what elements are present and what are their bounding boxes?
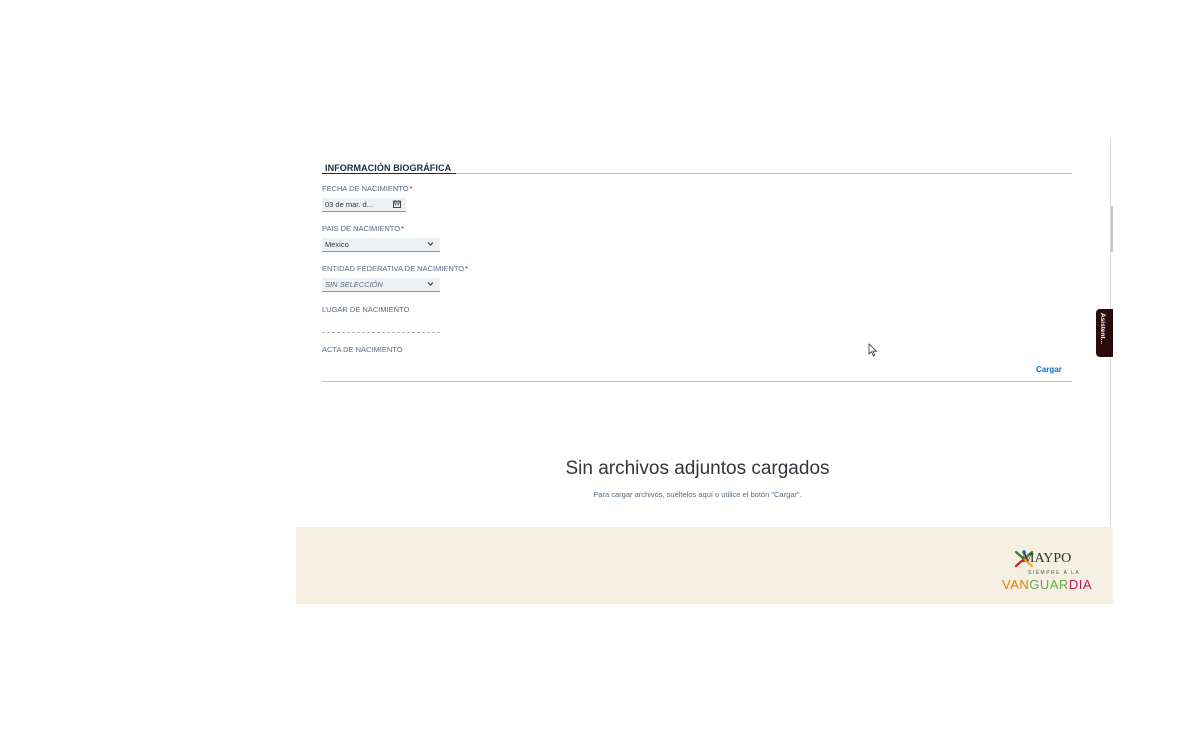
assistant-side-tab[interactable]: Asistent... xyxy=(1096,309,1113,357)
birth-country-label-text: PAIS DE NACIMIENTO xyxy=(322,224,401,233)
section-divider-accent xyxy=(322,173,456,174)
logo-slogan-part: DIA xyxy=(1068,577,1092,592)
birth-date-input[interactable]: 03 de mar. d... xyxy=(322,198,406,212)
empty-attachments-title: Sin archivos adjuntos cargados xyxy=(0,458,1200,480)
birth-date-label: FECHA DE NACIMIENTO* xyxy=(322,184,412,193)
birth-country-label: PAIS DE NACIMIENTO* xyxy=(322,224,404,233)
logo-slogan-part: VAN xyxy=(1002,577,1030,592)
birth-country-select[interactable]: Mexico xyxy=(322,238,440,252)
logo-slogan: VANGUARDIA xyxy=(1002,577,1092,592)
logo-name: MAYPO xyxy=(1022,551,1072,566)
attachments-divider xyxy=(322,381,1072,382)
birth-certificate-label: ACTA DE NACIMIENTO xyxy=(322,345,403,354)
required-marker: * xyxy=(465,264,469,273)
birth-state-select[interactable]: SIN SELECCIÓN xyxy=(322,278,440,292)
logo-slogan-part: GUAR xyxy=(1029,577,1069,592)
assistant-tab-label: Asistent... xyxy=(1099,313,1106,345)
upload-button[interactable]: Cargar xyxy=(1036,365,1062,374)
empty-attachments-hint: Para cargar archivos, suéltelos aquí o u… xyxy=(0,490,1200,499)
mouse-cursor-icon xyxy=(868,343,878,357)
birth-country-value: Mexico xyxy=(325,240,349,249)
birth-place-input[interactable] xyxy=(322,332,440,333)
chevron-down-icon[interactable] xyxy=(427,241,434,247)
logo-tagline: SIEMPRE A LA xyxy=(1028,570,1081,576)
section-title: INFORMACIÓN BIOGRÁFICA xyxy=(325,163,452,173)
birth-state-label: ENTIDAD FEDERATIVA DE NACIMIENTO* xyxy=(322,264,468,273)
birth-date-value: 03 de mar. d... xyxy=(325,200,373,209)
required-marker: * xyxy=(401,224,404,233)
chevron-down-icon[interactable] xyxy=(427,281,434,287)
birth-date-label-text: FECHA DE NACIMIENTO xyxy=(322,184,409,193)
calendar-icon[interactable] xyxy=(393,200,401,208)
maypo-logo: MAYPO SIEMPRE A LA VANGUARDIA xyxy=(1000,548,1105,596)
required-marker: * xyxy=(409,184,413,193)
empty-attachments-title-text: Sin archivos adjuntos cargados xyxy=(565,458,830,479)
birth-state-value: SIN SELECCIÓN xyxy=(325,280,383,289)
scrollbar-thumb[interactable] xyxy=(1111,206,1113,252)
birth-state-label-text: ENTIDAD FEDERATIVA DE NACIMIENTO xyxy=(322,264,465,273)
footer-banner xyxy=(296,527,1113,604)
birth-place-label: LUGAR DE NACIMIENTO xyxy=(322,305,410,314)
empty-attachments-hint-text: Para cargar archivos, suéltelos aquí o u… xyxy=(593,490,802,499)
